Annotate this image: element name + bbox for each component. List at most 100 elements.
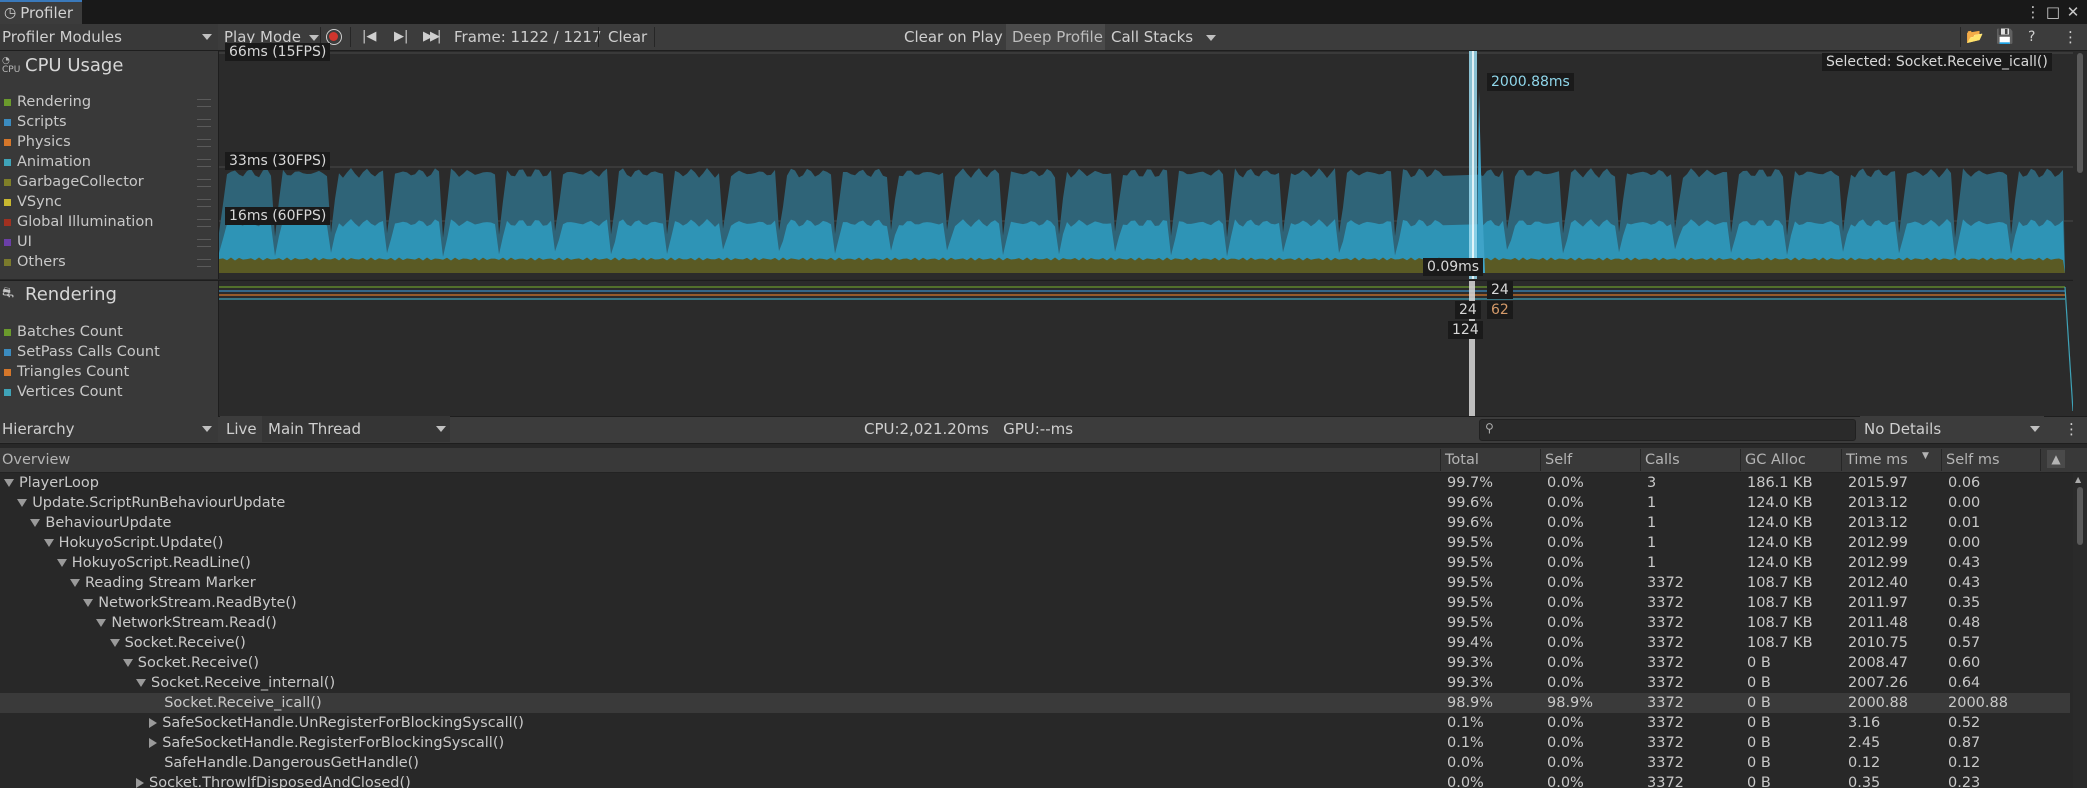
search-input[interactable]: ⚲: [1479, 419, 1856, 441]
cpu-legend-item[interactable]: VSync: [0, 192, 62, 212]
first-frame-icon[interactable]: |◀: [362, 24, 376, 50]
table-row[interactable]: Socket.Receive() 99.3% 0.0% 3372 0 B 2008.47 0…: [0, 653, 2070, 673]
cpu-legend-item[interactable]: GarbageCollector: [0, 172, 144, 192]
table-row[interactable]: HokuyoScript.Update() 99.5% 0.0% 1 124.0 KB 2…: [0, 533, 2070, 553]
table-row[interactable]: Socket.Receive_icall() 98.9% 98.9% 3372 0 B 2…: [0, 693, 2070, 713]
expand-down-icon[interactable]: [4, 479, 14, 487]
cpu-legend-item[interactable]: Rendering: [0, 92, 91, 112]
table-row[interactable]: Socket.Receive() 99.4% 0.0% 3372 108.7 KB 201…: [0, 633, 2070, 653]
expand-down-icon[interactable]: [70, 579, 80, 587]
expand-right-icon[interactable]: [149, 718, 158, 728]
table-scrollbar-thumb[interactable]: [2077, 487, 2083, 545]
table-row[interactable]: SafeSocketHandle.UnRegisterForBlockingSy…: [0, 713, 2070, 733]
expand-down-icon[interactable]: [83, 599, 94, 607]
legend-drag-handle[interactable]: [197, 199, 211, 207]
deep-profile-button[interactable]: Deep Profile: [1006, 24, 1109, 50]
table-row[interactable]: NetworkStream.ReadByte() 99.5% 0.0% 3372 108…: [0, 593, 2070, 613]
row-name: Socket.Receive(): [137, 655, 260, 671]
table-row[interactable]: Socket.ThrowIfDisposedAndClosed() 0.0% 0.0…: [0, 773, 2070, 788]
table-row[interactable]: Reading Stream Marker 99.5% 0.0% 3372 108.7 …: [0, 573, 2070, 593]
table-row[interactable]: Socket.Receive_internal() 99.3% 0.0% 3372 0 …: [0, 673, 2070, 693]
close-icon[interactable]: ✕: [2063, 2, 2083, 22]
column-time-ms[interactable]: Time ms: [1846, 448, 1908, 472]
maximize-icon[interactable]: □: [2043, 2, 2063, 22]
live-toggle[interactable]: Live: [220, 416, 263, 442]
table-row[interactable]: PlayerLoop 99.7% 0.0% 3 186.1 KB 2015.97 0.06: [0, 473, 2070, 493]
expand-right-icon[interactable]: [149, 738, 158, 748]
call-stacks-toggle[interactable]: Call Stacks: [1105, 24, 1200, 50]
table-row[interactable]: SafeHandle.DangerousGetHandle() 0.0% 0.0% 3…: [0, 753, 2070, 773]
expand-right-icon[interactable]: [136, 778, 144, 788]
legend-drag-handle[interactable]: [197, 99, 211, 107]
row-gc-cell: 0 B: [1747, 655, 1771, 671]
expand-down-icon[interactable]: [43, 539, 54, 547]
legend-drag-handle[interactable]: [197, 259, 211, 267]
options-menu-icon[interactable]: ⋮: [2063, 24, 2078, 50]
chart-scrollbar[interactable]: [2073, 51, 2087, 415]
cpu-legend-item[interactable]: Scripts: [0, 112, 67, 132]
row-gc-cell: 124.0 KB: [1747, 495, 1813, 511]
expand-down-icon[interactable]: [109, 639, 120, 647]
thread-label: Main Thread: [268, 420, 362, 438]
column-gc-alloc[interactable]: GC Alloc: [1745, 448, 1806, 472]
table-row[interactable]: SafeSocketHandle.RegisterForBlockingSysc…: [0, 733, 2070, 753]
expand-down-icon[interactable]: [17, 499, 28, 507]
column-self-ms[interactable]: Self ms: [1946, 448, 2000, 472]
table-scrollbar[interactable]: ▲: [2073, 473, 2087, 788]
scroll-up-icon[interactable]: ▲: [2075, 475, 2081, 484]
collapse-all-icon[interactable]: ▲: [2047, 450, 2065, 468]
rendering-legend[interactable]: ⛐ Rendering Batches Count SetPass Calls C…: [0, 280, 219, 416]
rendering-legend-item[interactable]: Vertices Count: [0, 382, 123, 402]
cpu-legend-item[interactable]: UI: [0, 232, 32, 252]
expand-down-icon[interactable]: [30, 519, 41, 527]
cpu-usage-legend[interactable]: ◔ CPU CPU Usage Rendering Scripts Physics An…: [0, 51, 219, 279]
thread-dropdown[interactable]: Main Thread: [262, 416, 450, 442]
save-profile-icon[interactable]: 💾: [1996, 24, 2013, 50]
rendering-chart[interactable]: 24 24 62 124: [219, 280, 2087, 416]
chevron-down-icon: [436, 426, 446, 432]
expand-down-icon[interactable]: [56, 559, 67, 567]
expand-down-icon[interactable]: [96, 619, 107, 627]
column-overview[interactable]: Overview: [2, 448, 70, 472]
column-calls[interactable]: Calls: [1645, 448, 1680, 472]
legend-drag-handle[interactable]: [197, 179, 211, 187]
view-mode-dropdown[interactable]: Hierarchy: [0, 416, 218, 442]
column-self[interactable]: Self: [1545, 448, 1572, 472]
clear-button[interactable]: Clear: [608, 24, 647, 50]
next-frame-icon[interactable]: ▶|: [394, 24, 408, 50]
kebab-menu-icon[interactable]: ⋮: [2023, 2, 2043, 22]
legend-drag-handle[interactable]: [197, 139, 211, 147]
legend-drag-handle[interactable]: [197, 239, 211, 247]
row-name-cell: NetworkStream.Read(): [96, 613, 277, 633]
load-profile-icon[interactable]: 📂: [1966, 24, 1983, 50]
table-row[interactable]: Update.ScriptRunBehaviourUpdate 99.6% 0.0%…: [0, 493, 2070, 513]
legend-drag-handle[interactable]: [197, 219, 211, 227]
rendering-legend-item[interactable]: Triangles Count: [0, 362, 129, 382]
rendering-legend-item[interactable]: SetPass Calls Count: [0, 342, 160, 362]
cpu-legend-item[interactable]: Physics: [0, 132, 71, 152]
table-row[interactable]: BehaviourUpdate 99.6% 0.0% 1 124.0 KB 2013.12…: [0, 513, 2070, 533]
clear-on-play-button[interactable]: Clear on Play: [898, 24, 1009, 50]
expand-down-icon[interactable]: [122, 659, 133, 667]
last-frame-icon[interactable]: ▶▶|: [423, 24, 441, 50]
chart-scrollbar-thumb[interactable]: [2077, 53, 2083, 173]
profiler-tab[interactable]: ◷ Profiler: [0, 0, 82, 24]
row-selfms-cell: 2000.88: [1948, 695, 2008, 711]
expand-down-icon[interactable]: [136, 679, 146, 687]
row-total-cell: 99.5%: [1447, 615, 1494, 631]
rendering-legend-item[interactable]: Batches Count: [0, 322, 123, 342]
cpu-legend-item[interactable]: Others: [0, 252, 66, 272]
column-total[interactable]: Total: [1445, 448, 1479, 472]
profiler-modules-dropdown[interactable]: Profiler Modules: [0, 24, 218, 50]
legend-drag-handle[interactable]: [197, 119, 211, 127]
cpu-usage-chart[interactable]: 66ms (15FPS) 33ms (30FPS) 16ms (60FPS) 2…: [219, 43, 2087, 279]
details-dropdown[interactable]: No Details: [1860, 416, 2044, 442]
cpu-legend-item[interactable]: Global Illumination: [0, 212, 153, 232]
help-icon[interactable]: ?: [2028, 24, 2035, 50]
table-row[interactable]: NetworkStream.Read() 99.5% 0.0% 3372 108.7 K…: [0, 613, 2070, 633]
cpu-legend-item[interactable]: Animation: [0, 152, 91, 172]
call-stacks-dropdown[interactable]: [1206, 24, 1216, 50]
hierarchy-options-icon[interactable]: ⋮: [2064, 416, 2079, 442]
table-row[interactable]: HokuyoScript.ReadLine() 99.5% 0.0% 1 124.0 K…: [0, 553, 2070, 573]
legend-drag-handle[interactable]: [197, 159, 211, 167]
